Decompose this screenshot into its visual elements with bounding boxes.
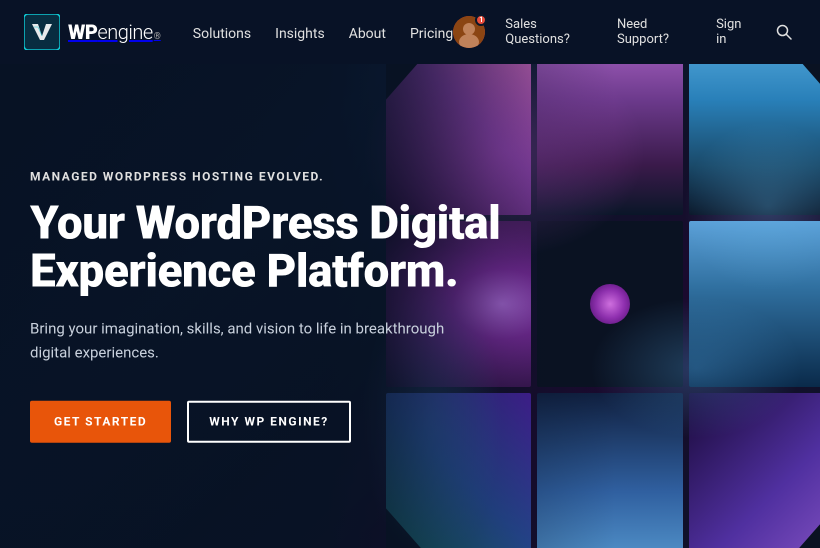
nav-links: Solutions Insights About Pricing: [193, 23, 454, 42]
sign-in-link[interactable]: Sign in: [716, 17, 752, 47]
navbar-left: WPengine® Solutions Insights About Prici…: [24, 14, 453, 50]
search-icon: [776, 24, 792, 40]
notification-badge: 1: [475, 14, 487, 26]
logo-text: WPengine®: [68, 20, 161, 44]
hero-subtitle: MANAGED WORDPRESS HOSTING EVOLVED.: [30, 170, 500, 184]
search-button[interactable]: [772, 20, 796, 44]
nav-link-solutions[interactable]: Solutions: [193, 26, 251, 42]
nav-item-solutions[interactable]: Solutions: [193, 23, 251, 42]
nav-item-insights[interactable]: Insights: [275, 23, 325, 42]
nav-link-insights[interactable]: Insights: [275, 26, 325, 42]
get-started-button[interactable]: GET STARTED: [30, 400, 171, 442]
hero-buttons: GET STARTED WHY WP ENGINE?: [30, 400, 500, 442]
logo-wp: WP: [68, 20, 97, 44]
nav-item-about[interactable]: About: [349, 23, 386, 42]
hero-section: MANAGED WORDPRESS HOSTING EVOLVED. Your …: [0, 64, 820, 548]
avatar-wrap: 1: [453, 16, 485, 48]
nav-link-about[interactable]: About: [349, 26, 386, 42]
why-wp-engine-button[interactable]: WHY WP ENGINE?: [187, 400, 351, 442]
hero-title-line1: Your WordPress Digital: [30, 197, 500, 251]
hero-content: MANAGED WORDPRESS HOSTING EVOLVED. Your …: [30, 170, 500, 443]
badge-count: 1: [479, 16, 483, 24]
logo-tm: ®: [154, 32, 161, 42]
navbar: WPengine® Solutions Insights About Prici…: [0, 0, 820, 64]
logo-engine: engine: [97, 20, 152, 44]
nav-link-pricing[interactable]: Pricing: [410, 26, 453, 42]
sales-questions-link[interactable]: Sales Questions?: [505, 17, 597, 47]
hero-title-line2: Experience Platform.: [30, 245, 458, 299]
navbar-right: 1 Sales Questions? Need Support? Sign in: [453, 16, 796, 48]
hero-title: Your WordPress Digital Experience Platfo…: [30, 200, 500, 297]
logo[interactable]: WPengine®: [24, 14, 161, 50]
hero-description: Bring your imagination, skills, and visi…: [30, 316, 450, 364]
need-support-link[interactable]: Need Support?: [617, 17, 696, 47]
nav-item-pricing[interactable]: Pricing: [410, 23, 453, 42]
logo-icon: [24, 14, 60, 50]
